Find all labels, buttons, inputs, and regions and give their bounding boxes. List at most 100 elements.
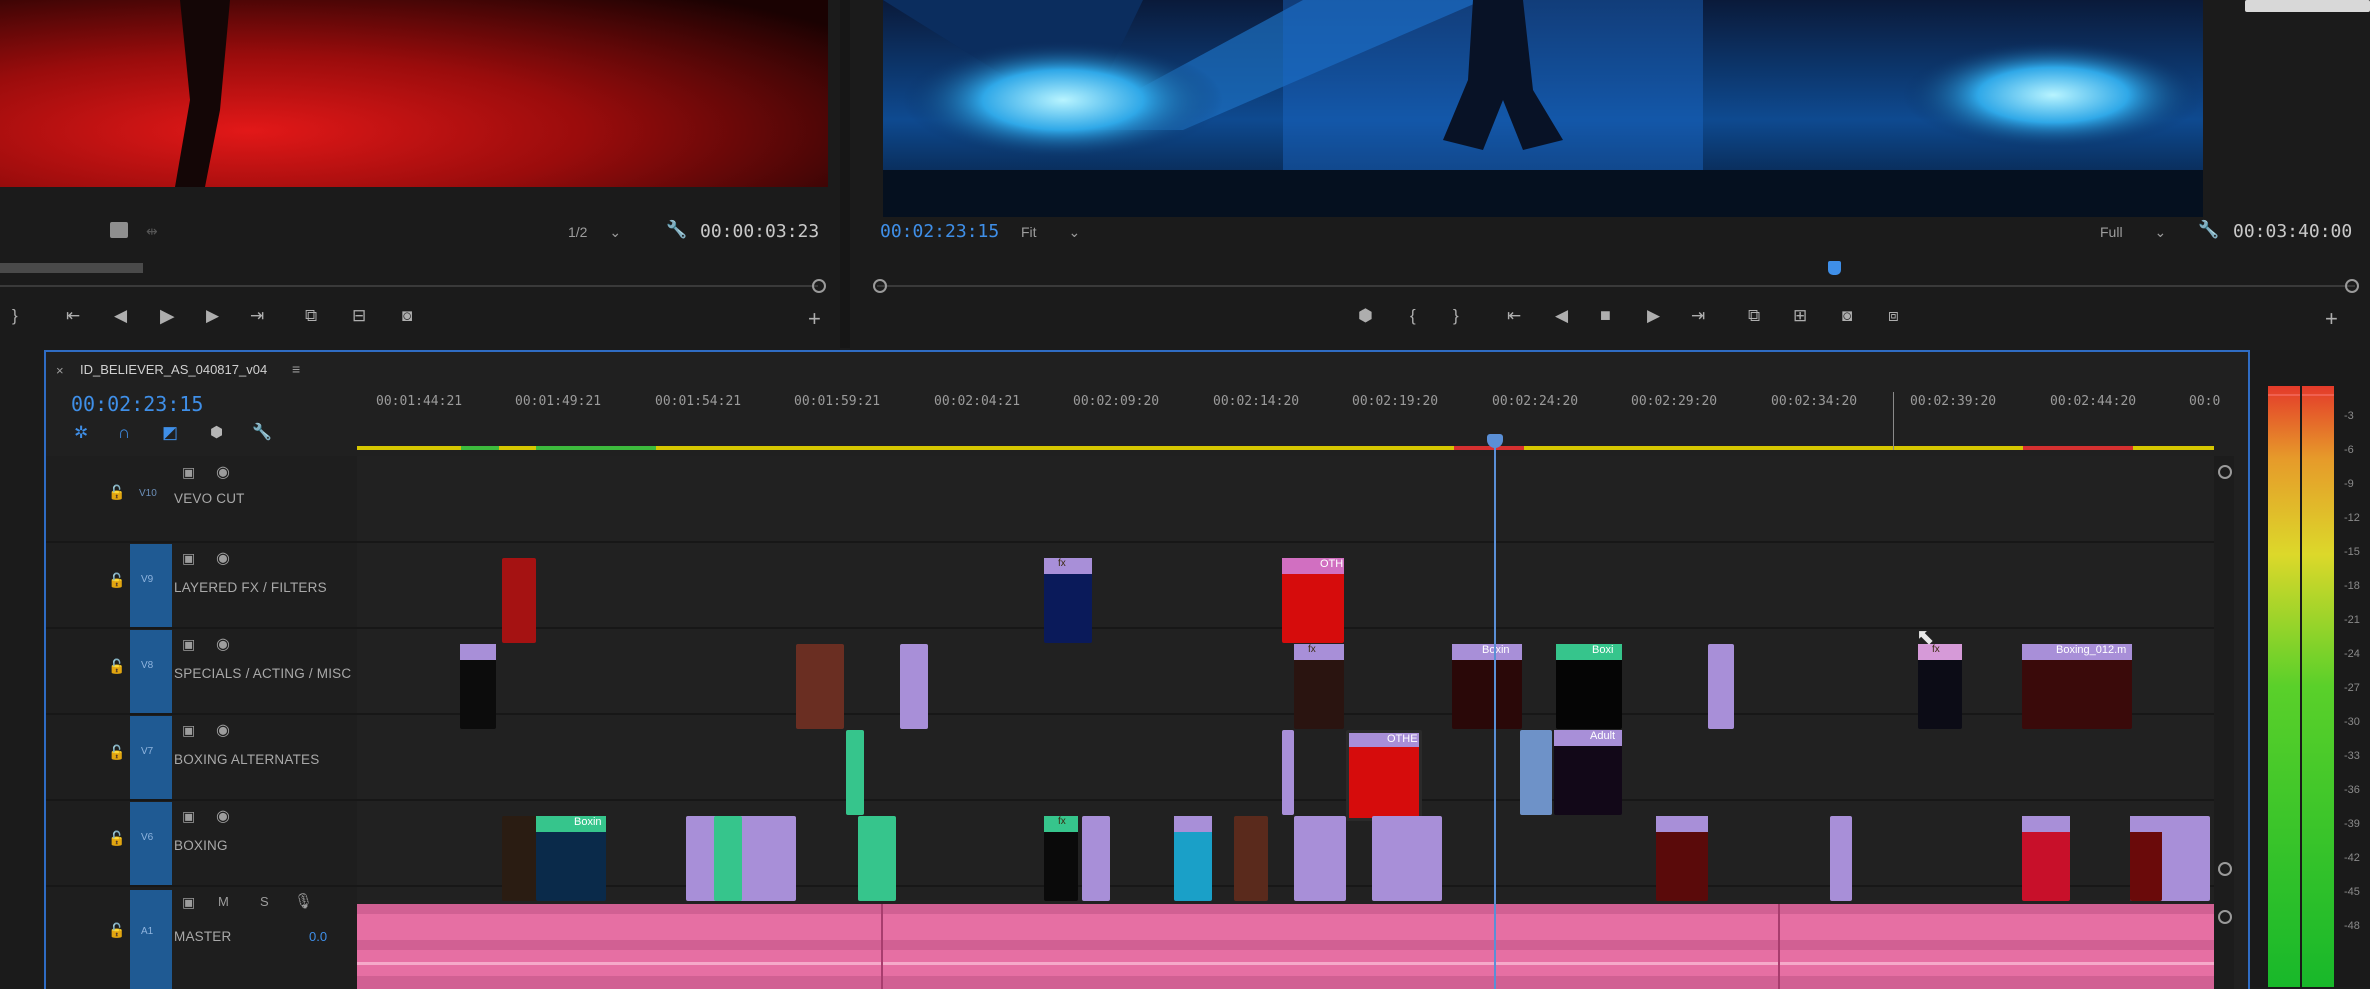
wrench-icon[interactable]: 🔧 [2198, 220, 2219, 240]
timeline-clip[interactable] [1174, 816, 1212, 901]
window-tab[interactable] [2245, 0, 2370, 12]
sync-icon[interactable]: ▣ [182, 636, 195, 653]
eye-icon[interactable]: ◉ [216, 548, 230, 568]
timeline-clip[interactable] [846, 730, 864, 815]
sequence-tab-title[interactable]: ID_BELIEVER_AS_040817_v04 [80, 362, 267, 377]
extract-icon[interactable]: ⊞ [1793, 306, 1807, 326]
timeline-clip[interactable]: fx [1918, 644, 1962, 729]
timeline-clip[interactable] [1520, 730, 1552, 815]
close-tab-icon[interactable]: × [56, 363, 64, 378]
camera-icon[interactable]: ◙ [1842, 306, 1852, 326]
sync-icon[interactable]: ▣ [182, 722, 195, 739]
scrub-end-handle[interactable] [812, 279, 826, 293]
track-id[interactable]: A1 [141, 926, 153, 937]
timeline-clip[interactable] [502, 558, 536, 643]
sync-icon[interactable]: ▣ [182, 464, 195, 481]
scroll-handle-bottom[interactable] [2218, 862, 2232, 876]
scroll-handle-top[interactable] [2218, 465, 2232, 479]
track-target-indicator[interactable] [130, 802, 172, 886]
eye-icon[interactable]: ◉ [216, 806, 230, 826]
timeline-clip[interactable] [1372, 816, 1442, 901]
mark-out-icon[interactable]: } [12, 306, 18, 326]
track-target-indicator[interactable] [130, 630, 172, 714]
timeline-clip[interactable]: Boxin [1452, 644, 1522, 729]
timeline-clip[interactable] [858, 816, 896, 901]
track-id[interactable]: V6 [141, 832, 153, 843]
track-volume[interactable]: 0.0 [309, 929, 327, 944]
program-current-timecode[interactable]: 00:02:23:15 [880, 221, 999, 242]
stop-icon[interactable]: ■ [1600, 305, 1611, 326]
camera-icon[interactable]: ◙ [402, 306, 412, 326]
program-resolution-select[interactable]: Full ⌄ [2100, 224, 2166, 241]
timeline-clip[interactable]: Adult [1554, 730, 1622, 815]
timeline-clip[interactable]: fx [1294, 644, 1344, 729]
timeline-clip[interactable] [714, 816, 742, 901]
wrench-icon[interactable]: 🔧 [666, 220, 687, 240]
source-resolution-select[interactable]: 1/2 ⌄ [568, 224, 621, 241]
nest-icon[interactable]: ✲ [74, 423, 88, 443]
timeline-clip[interactable]: fx [1044, 816, 1078, 901]
timeline-clip[interactable] [796, 644, 844, 729]
linked-selection-icon[interactable]: ◩ [162, 423, 178, 443]
mark-in-icon[interactable]: { [1410, 306, 1416, 326]
timeline-clip[interactable]: OTH [1282, 558, 1344, 643]
timeline-clip[interactable] [1830, 816, 1852, 901]
insert-icon[interactable]: ⧉ [305, 306, 317, 326]
step-back-icon[interactable]: ◀ [1555, 306, 1568, 326]
program-scrub-bar[interactable] [877, 285, 2355, 287]
wrench-icon[interactable]: 🔧 [252, 422, 272, 442]
timeline-clip[interactable]: Boxing_012.m [2022, 644, 2132, 729]
lock-icon[interactable]: 🔓 [108, 830, 125, 847]
timeline-clip[interactable] [1234, 816, 1268, 901]
track-id[interactable]: V8 [141, 660, 153, 671]
source-scrub-bar[interactable] [0, 285, 818, 287]
timeline-clip[interactable] [2022, 816, 2070, 901]
mute-button[interactable]: M [218, 894, 229, 909]
timeline-clip[interactable] [1282, 730, 1294, 815]
source-zoom-bar[interactable] [0, 263, 143, 273]
audio-clip[interactable] [357, 904, 2214, 989]
timeline-clip[interactable]: OTHE [1346, 730, 1422, 821]
add-button-icon[interactable]: + [808, 306, 821, 332]
timeline-clip[interactable] [1708, 644, 1734, 729]
timeline-clip[interactable]: fx [1044, 558, 1092, 643]
lift-icon[interactable]: ⧉ [1748, 306, 1760, 326]
solo-button[interactable]: S [260, 894, 269, 909]
timeline-clip[interactable] [2130, 816, 2162, 901]
track-target-indicator[interactable] [130, 890, 172, 989]
go-to-out-icon[interactable]: ⇥ [250, 306, 264, 326]
time-ruler[interactable]: 00:01:44:21 00:01:49:21 00:01:54:21 00:0… [376, 394, 2256, 424]
step-forward-icon[interactable]: ▶ [206, 306, 219, 326]
lock-icon[interactable]: 🔓 [108, 484, 125, 501]
add-button-icon[interactable]: + [2325, 306, 2338, 332]
go-to-in-icon[interactable]: ⇤ [1507, 306, 1521, 326]
panel-divider[interactable] [840, 0, 850, 348]
go-to-out-icon[interactable]: ⇥ [1691, 306, 1705, 326]
track-target-indicator[interactable] [130, 544, 172, 628]
track-target-indicator[interactable] [130, 716, 172, 800]
audio-scroll-handle[interactable] [2218, 910, 2232, 924]
panel-menu-icon[interactable]: ≡ [292, 361, 300, 377]
comparison-view-icon[interactable]: ⧈ [1888, 306, 1899, 326]
timeline-clip[interactable] [502, 816, 538, 901]
sync-icon[interactable]: ▣ [182, 894, 195, 911]
sync-icon[interactable]: ▣ [182, 808, 195, 825]
add-marker-icon[interactable]: ⬢ [210, 423, 223, 441]
mark-out-icon[interactable]: } [1453, 306, 1459, 326]
timeline-timecode[interactable]: 00:02:23:15 [71, 392, 203, 416]
timeline-clip[interactable] [1656, 816, 1708, 901]
timeline-clip[interactable] [460, 644, 496, 729]
timeline-clip[interactable] [900, 644, 928, 729]
snap-icon[interactable]: ∩ [118, 423, 130, 443]
program-playhead[interactable] [1828, 261, 1841, 275]
drop-frame-icon[interactable] [110, 222, 128, 238]
timeline-clip[interactable]: Boxi [1556, 644, 1622, 729]
lock-icon[interactable]: 🔓 [108, 572, 125, 589]
track-id[interactable]: V10 [139, 488, 157, 499]
timeline-clip[interactable]: Boxin [536, 816, 606, 901]
scrub-start-handle[interactable] [873, 279, 887, 293]
go-to-in-icon[interactable]: ⇤ [66, 306, 80, 326]
step-forward-icon[interactable]: ▶ [1647, 306, 1660, 326]
step-back-icon[interactable]: ◀ [114, 306, 127, 326]
add-marker-icon[interactable]: ⬢ [1358, 306, 1373, 326]
